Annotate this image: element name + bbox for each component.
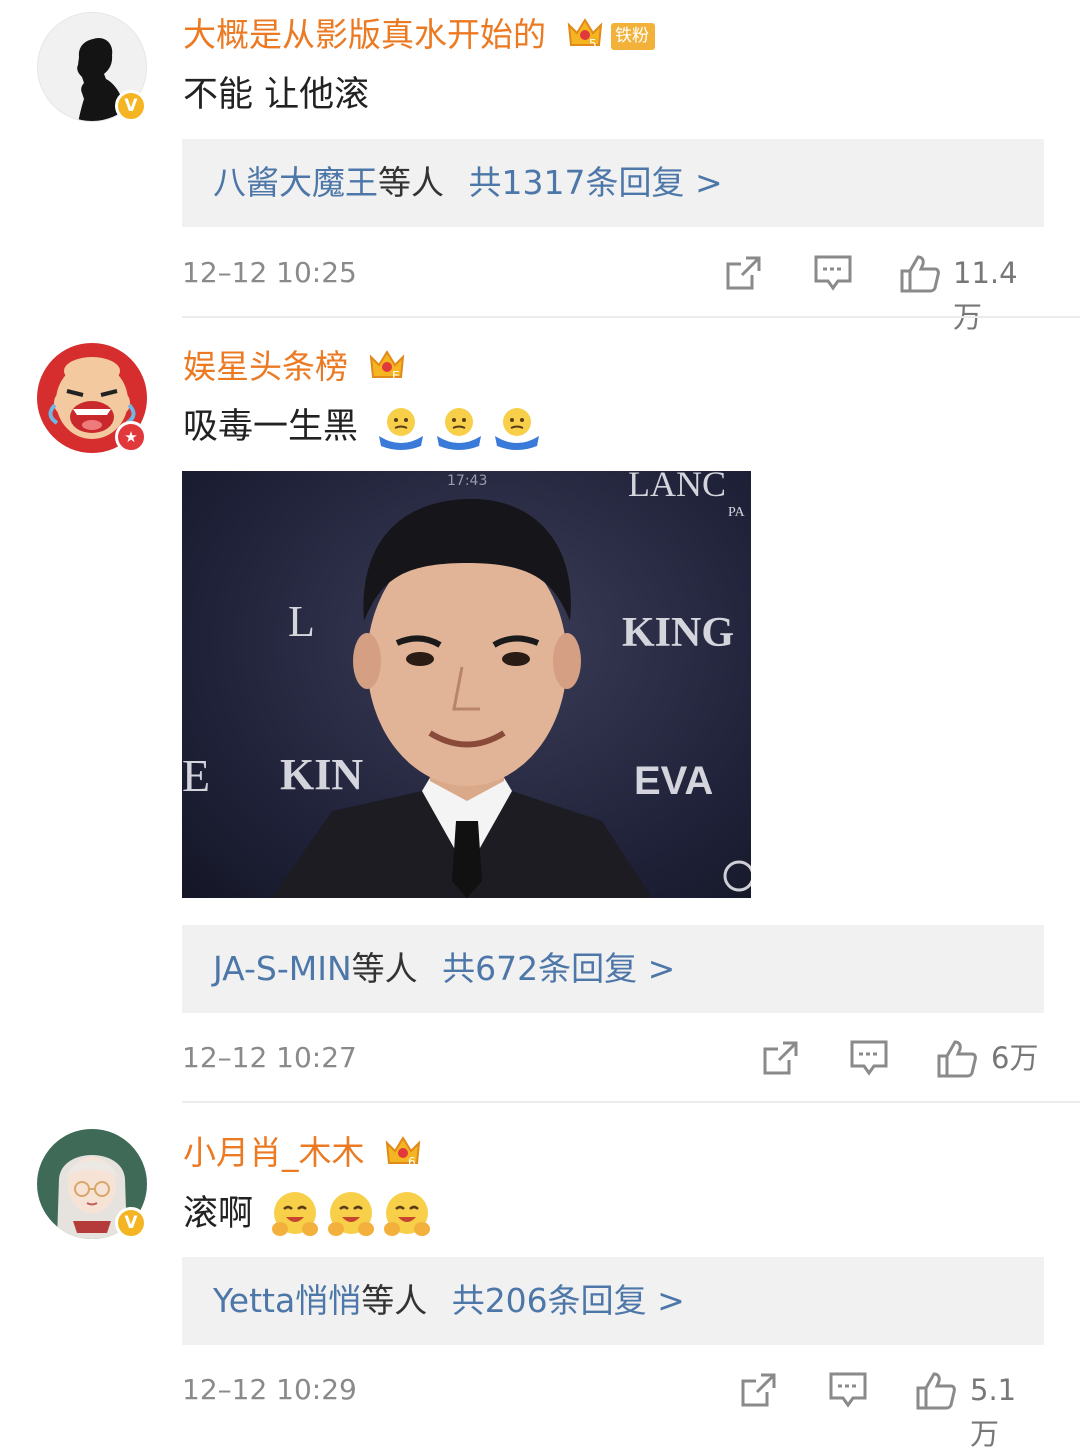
comment-meta: 12–12 10:29 5.1万	[182, 1368, 1042, 1451]
comment-meta: 12–12 10:25 11.4万	[182, 251, 1042, 334]
username[interactable]: 小月肖_木木	[183, 1133, 365, 1172]
timestamp: 12–12 10:27	[182, 1041, 357, 1074]
hug-emoji	[272, 1192, 319, 1236]
share-icon[interactable]	[739, 1370, 779, 1410]
comment-text: 不能 让他滚	[183, 75, 370, 115]
reply-middle-text: 等人	[378, 163, 444, 202]
username-row: 大概是从影版真水开始的 5 铁粉	[183, 15, 655, 58]
divider	[182, 1101, 1080, 1103]
attached-photo[interactable]: LANC PA L KING E KIN EVA 17:43	[182, 471, 751, 898]
comment-text: 吸毒一生黑	[183, 407, 359, 447]
svg-text:KIN: KIN	[280, 750, 363, 799]
username-row: 小月肖_木木 6	[183, 1133, 423, 1176]
thumbs-up-icon[interactable]	[915, 1370, 957, 1412]
like-count: 5.1万	[970, 1373, 1017, 1451]
reply-users-link[interactable]: Yetta悄悄	[213, 1281, 361, 1320]
comment-icon[interactable]	[849, 1038, 889, 1078]
reply-preview[interactable]: JA-S-MIN等人 共672条回复 >	[182, 925, 1044, 1013]
reply-count-link[interactable]: 共206条回复 >	[452, 1281, 685, 1320]
comment-text-row: 滚啊	[183, 1191, 432, 1239]
timestamp: 12–12 10:29	[182, 1373, 357, 1406]
like-count: 6万	[991, 1041, 1039, 1075]
comment-icon[interactable]	[828, 1370, 868, 1410]
thumbs-up-icon[interactable]	[936, 1038, 978, 1080]
crown-icon: E	[367, 347, 407, 390]
reply-preview[interactable]: 八酱大魔王等人 共1317条回复 >	[182, 139, 1044, 227]
comment-text: 滚啊	[183, 1194, 254, 1234]
reply-middle-text: 等人	[361, 1281, 428, 1320]
hug-emoji	[328, 1192, 375, 1236]
svg-text:PA: PA	[728, 505, 746, 520]
reply-count-link[interactable]: 共672条回复 >	[442, 949, 675, 988]
username-row: 娱星头条榜 E	[183, 347, 407, 390]
hug-emoji	[384, 1192, 431, 1236]
share-icon[interactable]	[761, 1038, 801, 1078]
svg-text:6: 6	[408, 1155, 416, 1167]
thumbs-up-icon[interactable]	[899, 253, 941, 295]
reply-preview[interactable]: Yetta悄悄等人 共206条回复 >	[182, 1257, 1044, 1345]
reply-users-link[interactable]: JA-S-MIN	[213, 949, 352, 988]
verified-badge-icon: V	[115, 90, 147, 122]
man-in-suit-photo: LANC PA L KING E KIN EVA 17:43	[182, 471, 751, 898]
reply-users-link[interactable]: 八酱大魔王	[213, 163, 378, 202]
like-count: 11.4万	[953, 256, 1018, 334]
svg-text:E: E	[392, 369, 400, 381]
fan-badge: 铁粉	[611, 23, 655, 50]
comment-icon[interactable]	[813, 253, 853, 293]
svg-text:EVA: EVA	[634, 759, 713, 803]
shrug-emoji	[379, 408, 424, 450]
timestamp: 12–12 10:25	[182, 256, 357, 289]
crown-icon: 6	[383, 1133, 423, 1176]
shrug-emoji	[437, 408, 482, 450]
svg-text:E: E	[182, 750, 210, 801]
crown-icon: 5	[565, 15, 605, 58]
shield-badge-icon: ★	[115, 421, 147, 453]
shrug-emoji	[495, 408, 540, 450]
svg-text:L: L	[288, 597, 315, 646]
reply-middle-text: 等人	[351, 949, 418, 988]
svg-text:17:43: 17:43	[447, 473, 487, 489]
comment-text-row: 吸毒一生黑	[183, 405, 543, 450]
reply-count-link[interactable]: 共1317条回复 >	[469, 163, 723, 202]
verified-badge-icon: V	[115, 1207, 147, 1239]
svg-text:KING: KING	[622, 610, 734, 656]
svg-text:5: 5	[589, 37, 597, 49]
comment-meta: 12–12 10:27 6万	[182, 1036, 1042, 1080]
svg-text:LANC: LANC	[628, 471, 726, 504]
share-icon[interactable]	[724, 253, 764, 293]
username[interactable]: 大概是从影版真水开始的	[183, 15, 546, 54]
divider	[182, 316, 1080, 318]
username[interactable]: 娱星头条榜	[183, 347, 348, 386]
